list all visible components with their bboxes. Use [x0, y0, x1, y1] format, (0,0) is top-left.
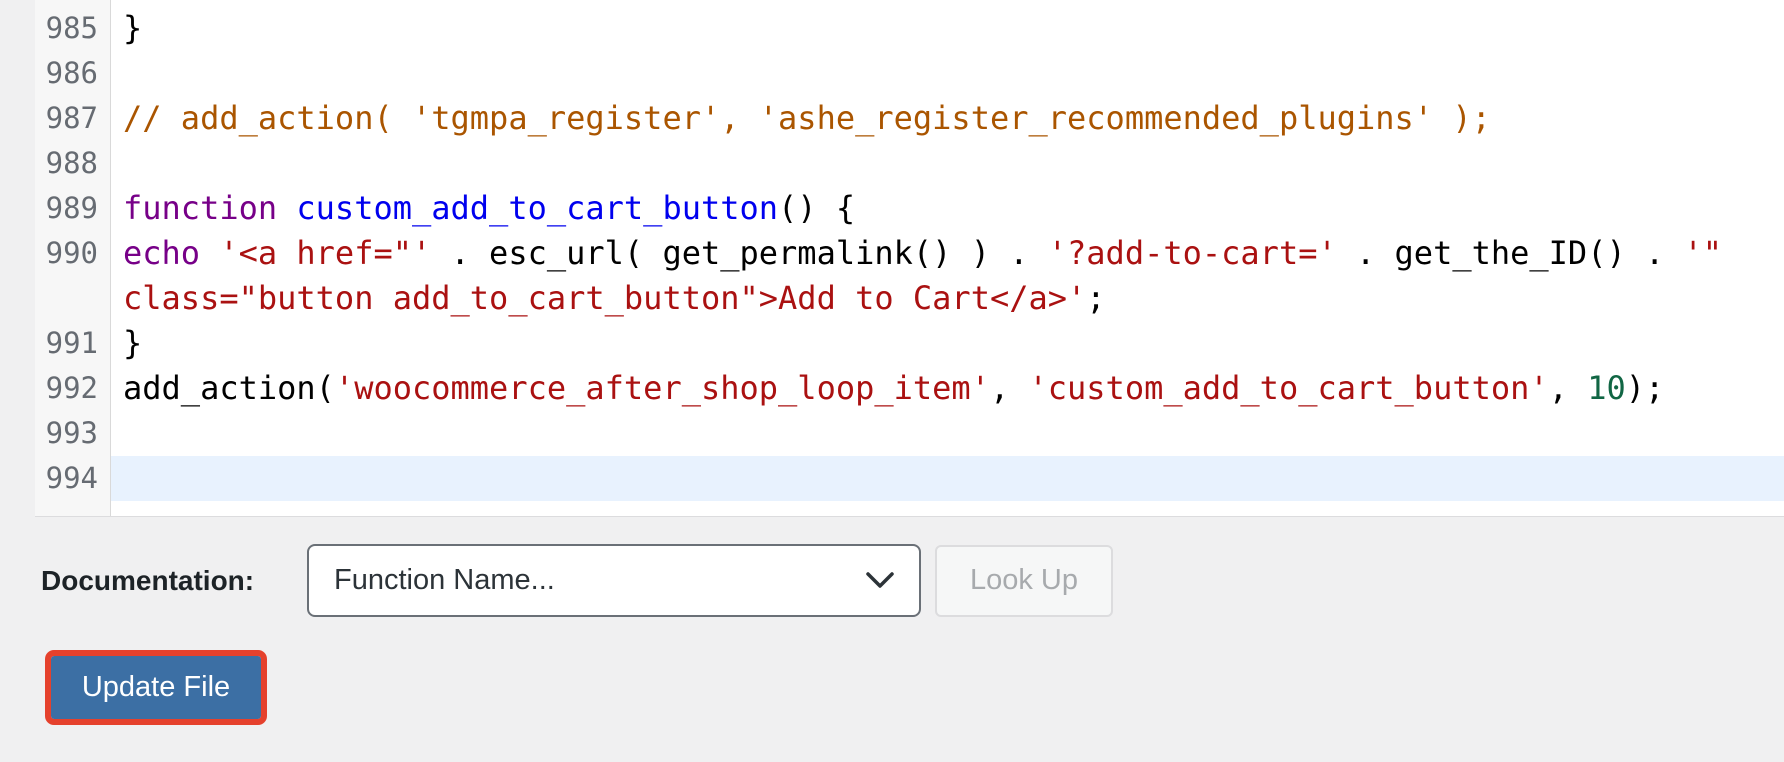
code-token[interactable]: 'custom_add_to_cart_button' — [1028, 369, 1548, 407]
code-token[interactable]: '<a href="' — [219, 234, 431, 272]
code-token[interactable]: , — [1549, 369, 1588, 407]
line-number: 993 — [35, 411, 110, 456]
documentation-select-value: Function Name... — [334, 564, 555, 597]
code-line[interactable]: function custom_add_to_cart_button() { — [111, 186, 1784, 231]
update-file-button[interactable]: Update File — [51, 656, 261, 719]
code-line[interactable] — [111, 411, 1784, 456]
documentation-row: Documentation: Function Name... Look Up — [41, 544, 1784, 617]
line-number: 988 — [35, 141, 110, 186]
chevron-down-icon — [865, 571, 895, 590]
code-token[interactable]: // add_action( 'tgmpa_register', 'ashe_r… — [123, 99, 1491, 137]
line-number: 990 — [35, 231, 110, 276]
code-token[interactable] — [200, 234, 219, 272]
code-token[interactable]: function — [123, 189, 277, 227]
code-token[interactable]: custom_add_to_cart_button — [296, 189, 778, 227]
line-number: 986 — [35, 51, 110, 96]
line-number: 992 — [35, 366, 110, 411]
line-number — [35, 276, 110, 321]
line-number: 989 — [35, 186, 110, 231]
code-line[interactable]: add_action('woocommerce_after_shop_loop_… — [111, 366, 1784, 411]
code-token[interactable]: () { — [778, 189, 855, 227]
code-token[interactable]: '?add-to-cart=' — [1048, 234, 1337, 272]
code-line[interactable]: // add_action( 'tgmpa_register', 'ashe_r… — [111, 96, 1784, 141]
code-line[interactable]: } — [111, 321, 1784, 366]
documentation-label: Documentation: — [41, 565, 307, 597]
code-token[interactable]: , — [990, 369, 1029, 407]
code-token[interactable]: ); — [1626, 369, 1665, 407]
code-line[interactable] — [111, 141, 1784, 186]
code-token[interactable]: add_action( — [123, 369, 335, 407]
code-line[interactable]: echo '<a href="' . esc_url( get_permalin… — [111, 231, 1784, 276]
code-line-active[interactable] — [111, 456, 1784, 501]
code-token[interactable] — [277, 189, 296, 227]
code-line[interactable] — [111, 51, 1784, 96]
editor-code[interactable]: } // add_action( 'tgmpa_register', 'ashe_… — [111, 0, 1784, 516]
code-editor[interactable]: 985986987988989990 991992993994 } // add_a… — [35, 0, 1784, 517]
line-number: 991 — [35, 321, 110, 366]
lookup-button[interactable]: Look Up — [935, 545, 1113, 617]
editor-gutter: 985986987988989990 991992993994 — [35, 0, 111, 516]
code-token[interactable]: 10 — [1587, 369, 1626, 407]
code-token[interactable]: } — [123, 324, 142, 362]
code-token[interactable]: class="button add_to_cart_button">Add to… — [123, 279, 1086, 317]
code-token[interactable]: 'woocommerce_after_shop_loop_item' — [335, 369, 990, 407]
line-number: 994 — [35, 456, 110, 501]
code-token[interactable]: '" — [1684, 234, 1723, 272]
code-token[interactable]: . esc_url( get_permalink() ) . — [431, 234, 1048, 272]
code-line[interactable]: } — [111, 6, 1784, 51]
line-number: 985 — [35, 6, 110, 51]
code-token[interactable]: echo — [123, 234, 200, 272]
line-number: 987 — [35, 96, 110, 141]
documentation-select[interactable]: Function Name... — [307, 544, 921, 617]
update-file-row: Update File — [51, 656, 1784, 719]
code-token[interactable]: } — [123, 9, 142, 47]
code-token[interactable]: . get_the_ID() . — [1337, 234, 1684, 272]
code-token[interactable]: ; — [1086, 279, 1105, 317]
code-line[interactable]: class="button add_to_cart_button">Add to… — [111, 276, 1784, 321]
